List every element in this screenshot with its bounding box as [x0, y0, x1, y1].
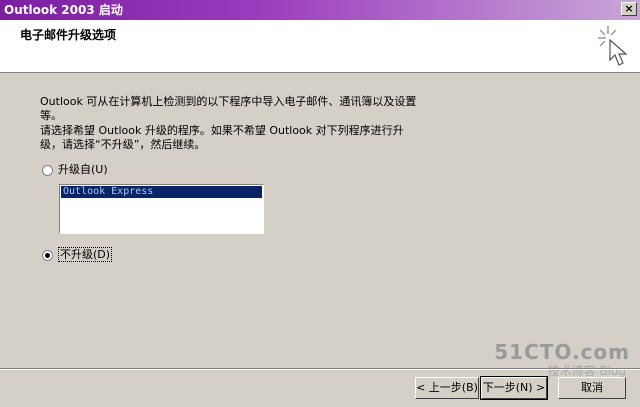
title-bar: Outlook 2003 启动 ×	[0, 0, 640, 20]
intro-line-1: Outlook 可从在计算机上检测到的以下程序中导入电子邮件、通讯簿以及设置	[40, 95, 417, 108]
instruction-line-1: 请选择希望 Outlook 升级的程序。如果不希望 Outlook 对下列程序进…	[40, 124, 404, 137]
wizard-sparkle-icon	[598, 26, 628, 66]
program-listbox[interactable]: Outlook Express	[59, 184, 264, 234]
no-upgrade-text: 不升级(D)	[58, 247, 113, 262]
no-upgrade-label[interactable]: 不升级(D)	[58, 247, 113, 262]
window-title: Outlook 2003 启动	[4, 3, 123, 17]
back-button[interactable]: < 上一步(B)	[415, 377, 479, 399]
watermark-logo: 51CTO.com	[494, 340, 630, 364]
close-button[interactable]: ×	[621, 2, 637, 16]
next-button[interactable]: 下一步(N) >	[480, 376, 548, 400]
wizard-header: 电子邮件升级选项	[0, 20, 640, 73]
no-upgrade-radio[interactable]	[42, 250, 53, 261]
radio-dot-icon	[45, 253, 50, 258]
instruction-line-2: 级，请选择“不升级”，然后继续。	[40, 138, 206, 151]
cancel-button[interactable]: 取消	[558, 377, 626, 399]
upgrade-from-radio[interactable]	[42, 165, 53, 176]
upgrade-from-label[interactable]: 升级自(U)	[58, 163, 108, 177]
intro-line-2: 等。	[40, 109, 62, 122]
footer-separator	[0, 368, 640, 370]
list-item[interactable]: Outlook Express	[61, 186, 262, 198]
intro-paragraph: Outlook 可从在计算机上检测到的以下程序中导入电子邮件、通讯簿以及设置 等…	[40, 95, 430, 123]
close-icon: ×	[624, 2, 634, 15]
page-title: 电子邮件升级选项	[20, 28, 117, 42]
instruction-paragraph: 请选择希望 Outlook 升级的程序。如果不希望 Outlook 对下列程序进…	[40, 124, 430, 152]
